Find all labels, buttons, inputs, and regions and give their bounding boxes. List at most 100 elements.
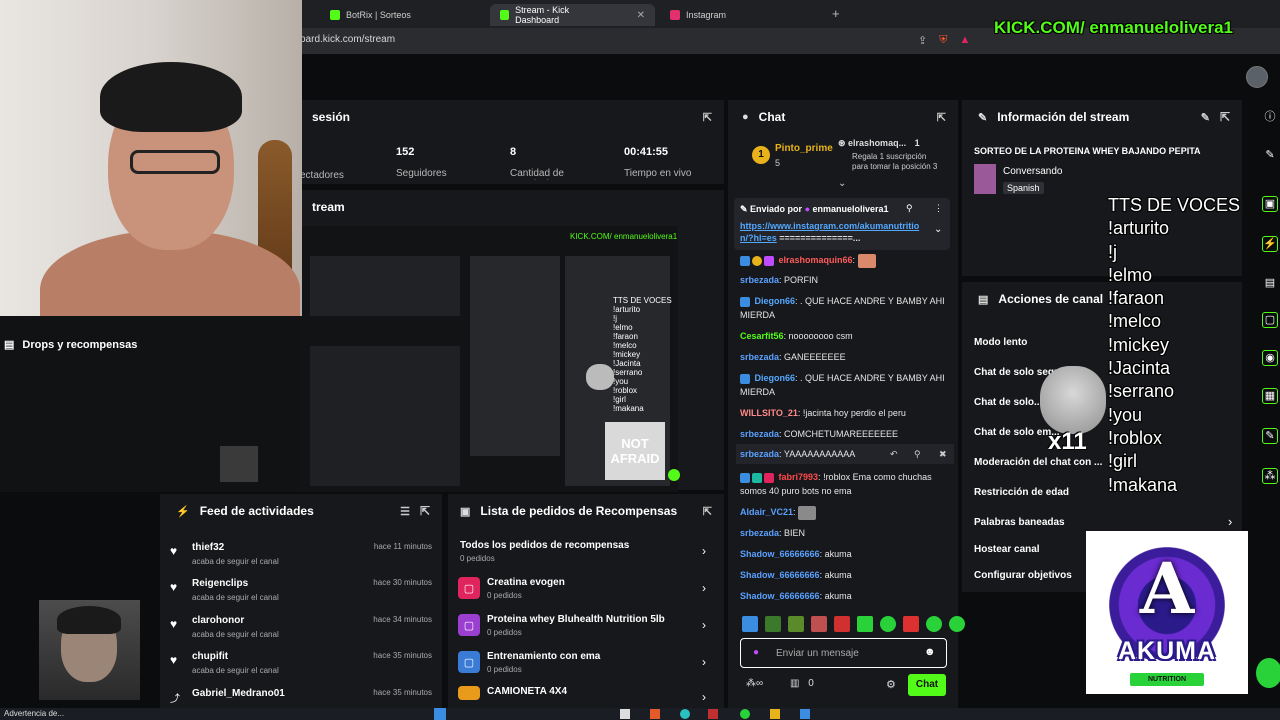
delete-icon[interactable]: ✖: [939, 444, 947, 464]
share-icon[interactable]: ⇪: [918, 34, 927, 47]
chat-username[interactable]: WILLSITO_21: [740, 408, 798, 418]
chat-message[interactable]: Shadow_66666666: akuma: [740, 547, 955, 561]
action-emotes-only[interactable]: Chat de solo em...: [974, 427, 1060, 438]
layers-icon[interactable]: ▦: [1262, 388, 1278, 404]
expand-icon[interactable]: ⇱: [703, 505, 712, 518]
tab-kick-dashboard[interactable]: Stream - Kick Dashboard ✕: [490, 4, 655, 26]
chat-message[interactable]: srbezada: GANEEEEEEE: [740, 350, 955, 364]
emote-icon[interactable]: [765, 616, 781, 632]
chat-username[interactable]: elrashomaquin66: [779, 255, 853, 265]
chat-input[interactable]: ● Enviar un mensaje ☻: [740, 638, 947, 668]
chat-message[interactable]: Diegon66: . QUE HACE ANDRE Y BAMBY AHI M…: [740, 294, 955, 322]
taskbar-app-icon[interactable]: [770, 709, 780, 719]
expand-icon[interactable]: ⇱: [1220, 110, 1230, 124]
emoji-icon[interactable]: ☻: [924, 646, 936, 658]
action-slow-mode[interactable]: Modo lento: [974, 337, 1027, 348]
emote-icon[interactable]: [788, 616, 804, 632]
tab-instagram[interactable]: Instagram: [660, 4, 840, 26]
close-tab-icon[interactable]: ✕: [637, 10, 645, 21]
action-chat-moderation[interactable]: Moderación del chat con ...: [974, 457, 1102, 468]
chat-username[interactable]: fabri7993: [779, 472, 819, 482]
action-subscribers-only[interactable]: Chat de solo...: [974, 397, 1042, 408]
action-banned-words[interactable]: Palabras baneadas: [974, 517, 1065, 528]
gift-slot[interactable]: ⊛ elrashomaq... 1: [838, 138, 920, 149]
chat-message[interactable]: Aldair_VC21:: [740, 505, 955, 520]
chat-username[interactable]: Diegon66: [755, 373, 796, 383]
action-host-channel[interactable]: Hostear canal: [974, 544, 1040, 555]
emote-icon[interactable]: [811, 616, 827, 632]
expand-icon[interactable]: ⇱: [703, 111, 712, 124]
pin-message-icon[interactable]: ⚲: [914, 444, 921, 464]
chat-username[interactable]: srbezada: [740, 352, 779, 362]
edit-icon[interactable]: ✎: [1262, 148, 1278, 164]
expand-icon[interactable]: ⇱: [937, 111, 946, 124]
taskbar-app-icon[interactable]: [740, 709, 750, 719]
taskbar-app-icon[interactable]: [708, 709, 718, 719]
chat-message[interactable]: srbezada: PORFIN: [740, 273, 955, 287]
chat-username[interactable]: Aldair_VC21: [740, 507, 793, 517]
brave-rewards-icon[interactable]: ▲: [959, 34, 970, 47]
emote-icon[interactable]: [903, 616, 919, 632]
chat-username[interactable]: Cesarfit56: [740, 331, 784, 341]
more-options-icon[interactable]: ⋮: [934, 203, 943, 214]
action-set-goals[interactable]: Configurar objetivos: [974, 570, 1072, 581]
new-tab-icon[interactable]: +: [832, 6, 840, 21]
chat-message[interactable]: Shadow_66666666: akuma: [740, 568, 955, 582]
unpin-icon[interactable]: ⚲: [906, 203, 913, 214]
expand-icon[interactable]: ⇱: [420, 504, 430, 518]
url-text[interactable]: oard.kick.com/stream: [300, 34, 395, 45]
chat-username[interactable]: Shadow_66666666: [740, 549, 820, 559]
chat-message[interactable]: WILLSITO_21: !jacinta hoy perdio el peru: [740, 406, 955, 420]
tab-botrix[interactable]: BotRix | Sorteos: [320, 4, 480, 26]
bolt-icon[interactable]: ⚡: [1262, 236, 1278, 252]
chat-message-hovered[interactable]: srbezada: YAAAAAAAAAAA ↶ ⚲ ✖: [736, 444, 954, 464]
chat-message[interactable]: elrashomaquin66:: [740, 253, 955, 268]
stream-preview[interactable]: KICK.COM/ enmanuelolivera1 TTS DE VOCES …: [300, 226, 678, 492]
emote-icon[interactable]: [926, 616, 942, 632]
wrench-icon[interactable]: ✎: [1262, 428, 1278, 444]
emote-icon[interactable]: [834, 616, 850, 632]
filter-icon[interactable]: ☰: [400, 505, 410, 518]
emote-icon[interactable]: [880, 616, 896, 632]
chat-message[interactable]: srbezada: BIEN: [740, 526, 955, 540]
taskbar-app-icon[interactable]: [800, 709, 810, 719]
chat-message[interactable]: srbezada: COMCHETUMAREEEEEEE: [740, 427, 955, 441]
chat-users-icon[interactable]: ⁂∞: [746, 678, 763, 689]
avatar[interactable]: [1246, 66, 1268, 88]
chat-message[interactable]: Shadow_66666666: akuma: [740, 589, 955, 603]
category-name[interactable]: Conversando: [1003, 166, 1062, 177]
chat-message[interactable]: Diegon66: . QUE HACE ANDRE Y BAMBY AHI M…: [740, 371, 955, 399]
chat-username[interactable]: Shadow_66666666: [740, 570, 820, 580]
chevron-down-icon[interactable]: ⌄: [838, 178, 846, 189]
info-icon[interactable]: ⓘ: [1262, 108, 1278, 124]
chat-message[interactable]: Cesarfit56: noooooooo csm: [740, 329, 955, 343]
chat-username[interactable]: srbezada: [740, 429, 779, 439]
chat-username[interactable]: srbezada: [740, 528, 779, 538]
list-icon[interactable]: ▤: [1262, 276, 1278, 292]
taskbar-app-icon[interactable]: [620, 709, 630, 719]
chat-message[interactable]: fabri7993: !roblox Ema como chuchas somo…: [740, 470, 955, 498]
drops-link[interactable]: ▤ Drops y recompensas: [4, 338, 137, 352]
chat-username[interactable]: Shadow_66666666: [740, 591, 820, 601]
emote-icon[interactable]: [857, 616, 873, 632]
chat-username[interactable]: srbezada: [740, 275, 779, 285]
windows-start-icon[interactable]: [434, 708, 446, 720]
pinned-message[interactable]: ✎ Enviado por ● enmanuelolivera1 ⚲ ⋮ htt…: [734, 198, 950, 250]
taskbar-app-icon[interactable]: [650, 709, 660, 719]
chevron-down-icon[interactable]: ⌄: [934, 224, 942, 235]
top-gifter-name[interactable]: Pinto_prime: [775, 143, 833, 154]
edit-icon[interactable]: ✎: [1201, 111, 1210, 124]
send-chat-button[interactable]: Chat: [908, 674, 946, 696]
settings-gear-icon[interactable]: ⚙: [886, 678, 896, 691]
emote-icon[interactable]: [949, 616, 965, 632]
taskbar-app-icon[interactable]: [680, 709, 690, 719]
emote-icon[interactable]: [742, 616, 758, 632]
users-icon[interactable]: ⁂: [1262, 468, 1278, 484]
taskbar-warning[interactable]: Advertencia de...: [4, 709, 64, 718]
reply-icon[interactable]: ↶: [890, 444, 898, 464]
chat-username[interactable]: srbezada: [740, 449, 779, 459]
camera-icon[interactable]: ▣: [1262, 196, 1278, 212]
chat-icon[interactable]: ▢: [1262, 312, 1278, 328]
microphone-icon[interactable]: ●: [753, 647, 759, 658]
broadcast-icon[interactable]: ◉: [1262, 350, 1278, 366]
